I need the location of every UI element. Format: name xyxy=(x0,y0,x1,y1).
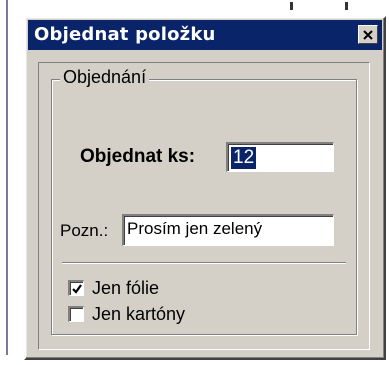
separator xyxy=(62,262,346,264)
checkbox-only-foil[interactable]: Jen fólie xyxy=(68,278,159,298)
background-mark xyxy=(345,2,348,10)
checkmark-icon xyxy=(71,283,82,294)
groupbox-legend: Objednání xyxy=(60,67,150,88)
quantity-label: Objednat ks: xyxy=(80,146,196,167)
quantity-value: 12 xyxy=(231,147,257,169)
close-button[interactable] xyxy=(358,25,378,44)
background-mark xyxy=(290,2,293,10)
quantity-input[interactable]: 12 xyxy=(226,142,334,172)
order-item-dialog: Objednat položku Objednání Objednat ks: … xyxy=(24,16,386,360)
checkbox-box[interactable] xyxy=(68,306,84,322)
checkbox-label: Jen kartóny xyxy=(92,303,186,324)
window-title: Objednat položku xyxy=(34,24,216,45)
note-input[interactable]: Prosím jen zelený xyxy=(122,214,334,246)
checkbox-box[interactable] xyxy=(68,280,84,296)
checkbox-only-cartons[interactable]: Jen kartóny xyxy=(68,304,185,324)
dialog-panel: Objednání Objednat ks: 12 Pozn.: Prosím … xyxy=(38,62,370,350)
checkbox-label: Jen fólie xyxy=(92,277,160,298)
order-groupbox: Objednání Objednat ks: 12 Pozn.: Prosím … xyxy=(51,67,357,335)
title-bar[interactable]: Objednat položku xyxy=(28,20,382,50)
note-label: Pozn.: xyxy=(60,221,109,240)
background-vertical-line xyxy=(6,0,8,355)
close-icon xyxy=(363,29,373,40)
